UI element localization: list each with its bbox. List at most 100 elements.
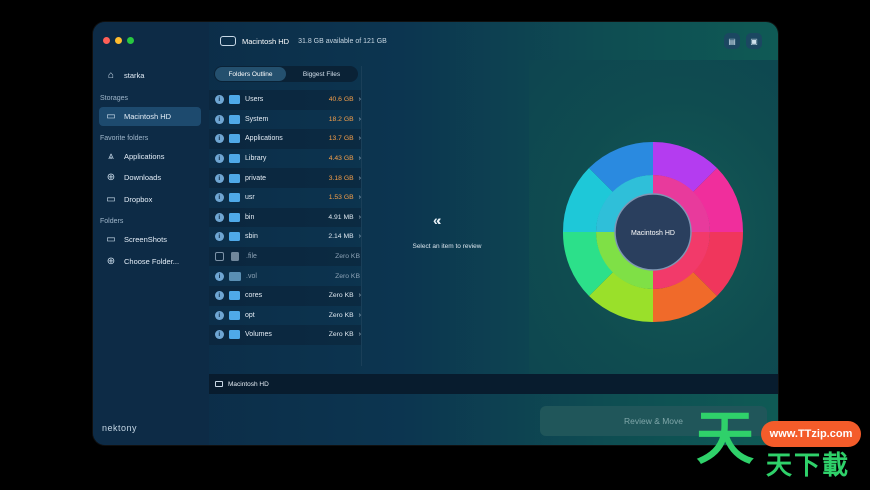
folders-view-button[interactable]: ▤ xyxy=(724,33,740,49)
zoom-button[interactable] xyxy=(127,37,134,44)
disk-available: 31.8 GB available of 121 GB xyxy=(298,37,387,45)
folder-icon xyxy=(228,114,241,124)
tab-folders-outline[interactable]: Folders Outline xyxy=(215,67,286,81)
list-item[interactable]: i Users 40.6 GB › xyxy=(209,90,361,110)
item-name: Users xyxy=(245,96,264,104)
item-name: .file xyxy=(246,253,257,261)
list-item[interactable]: .file Zero KB xyxy=(209,246,361,267)
item-name: cores xyxy=(245,292,263,300)
download-icon: ⊕ xyxy=(106,172,116,183)
list-item[interactable]: i private 3.18 GB › xyxy=(209,168,361,188)
app-window: ⌂ starka Storages ▭ Macintosh HD Favorit… xyxy=(93,22,778,445)
folder-icon xyxy=(228,212,241,222)
item-name: Volumes xyxy=(245,331,272,339)
item-name: sbin xyxy=(245,233,258,241)
applications-icon: ⩓ xyxy=(108,151,114,162)
list-item[interactable]: i bin 4.91 MB › xyxy=(209,207,361,228)
list-item[interactable]: i opt Zero KB › xyxy=(209,306,361,326)
path-label: Macintosh HD xyxy=(228,380,269,388)
plus-circle-icon: ⊕ xyxy=(106,256,116,267)
item-name: bin xyxy=(245,213,255,221)
folder-icon xyxy=(228,134,241,144)
list-item[interactable]: i cores Zero KB › xyxy=(209,285,361,306)
info-icon[interactable]: i xyxy=(215,154,224,164)
sidebar-toggle-button[interactable]: ▣ xyxy=(746,33,762,49)
list-item[interactable]: i Library 4.43 GB › xyxy=(209,149,361,169)
sidebar-item-macintosh-hd[interactable]: ▭ Macintosh HD xyxy=(99,107,201,126)
panel-icon: ▣ xyxy=(750,36,758,46)
folder-icon: ▭ xyxy=(106,194,116,205)
sidebar-item-label: Applications xyxy=(124,152,165,161)
folder-icon xyxy=(228,154,241,164)
item-name: System xyxy=(245,115,269,123)
drive-icon xyxy=(215,381,223,387)
view-tabs: Folders Outline Biggest Files xyxy=(214,66,358,82)
list-item[interactable]: i Volumes Zero KB › xyxy=(209,325,361,345)
list-item[interactable]: i Applications 13.7 GB › xyxy=(209,129,361,149)
folder-list: i Users 40.6 GB › i System 18.2 GB › i Applicatio… xyxy=(209,90,361,345)
item-size: Zero KB xyxy=(335,272,360,280)
watermark-pill: www.TTzip.com xyxy=(761,421,861,447)
folders-icon: ▤ xyxy=(728,36,736,46)
folder-icon xyxy=(229,271,241,281)
item-name: private xyxy=(245,174,267,182)
info-icon[interactable]: i xyxy=(215,134,224,144)
sidebar-item-applications[interactable]: ⩓ Applications xyxy=(99,147,164,166)
list-item[interactable]: i System 18.2 GB › xyxy=(209,110,361,130)
list-item[interactable]: i .vol Zero KB xyxy=(209,266,361,286)
info-icon[interactable]: i xyxy=(215,330,224,340)
info-icon[interactable]: i xyxy=(215,291,224,301)
sidebar-item-label: Downloads xyxy=(124,173,162,182)
folder-icon xyxy=(228,193,241,203)
sidebar-item-screenshots[interactable]: ▭ ScreenShots xyxy=(99,230,167,249)
folder-icon xyxy=(228,291,241,301)
folder-icon xyxy=(228,232,241,242)
item-name: opt xyxy=(245,311,255,319)
minimize-button[interactable] xyxy=(115,37,122,44)
list-item[interactable]: i sbin 2.14 MB › xyxy=(209,227,361,247)
info-icon[interactable]: i xyxy=(215,95,224,105)
sidebar-item-choose-folder[interactable]: ⊕ Choose Folder... xyxy=(99,252,179,271)
chevrons-left-icon: «‹ xyxy=(433,212,442,228)
item-name: .vol xyxy=(246,272,257,280)
sidebar-item-label: Dropbox xyxy=(124,195,153,204)
drive-icon xyxy=(220,36,236,46)
storages-heading: Storages xyxy=(100,95,129,102)
disk-title: Macintosh HD xyxy=(242,36,290,46)
folder-icon xyxy=(228,310,241,320)
traffic-lights xyxy=(103,37,134,44)
info-icon[interactable]: i xyxy=(215,310,224,320)
item-size: Zero KB xyxy=(328,331,354,339)
info-icon[interactable]: i xyxy=(215,173,224,183)
folder-icon xyxy=(228,330,241,340)
item-name: Library xyxy=(245,155,267,163)
info-icon[interactable]: i xyxy=(215,114,224,124)
sidebar-item-label: Choose Folder... xyxy=(124,257,180,266)
favorite-folders-heading: Favorite folders xyxy=(100,135,149,142)
sidebar-item-downloads[interactable]: ⊕ Downloads xyxy=(99,168,161,187)
close-button[interactable] xyxy=(103,37,110,44)
sidebar-item-user[interactable]: ⌂ starka xyxy=(99,66,144,85)
folders-heading: Folders xyxy=(100,218,124,225)
path-bar: Macintosh HD xyxy=(209,374,778,394)
item-size: 40.6 GB xyxy=(328,96,354,104)
item-size: 13.7 GB xyxy=(328,135,354,143)
sidebar-item-label: ScreenShots xyxy=(124,235,167,244)
drive-icon: ▭ xyxy=(106,111,116,122)
sidebar-item-dropbox[interactable]: ▭ Dropbox xyxy=(99,190,152,209)
sunburst-chart[interactable]: Macintosh HD xyxy=(539,116,769,376)
item-name: usr xyxy=(245,194,255,202)
folder-icon: ▭ xyxy=(106,234,116,245)
tab-biggest-files[interactable]: Biggest Files xyxy=(286,67,357,81)
info-icon[interactable]: i xyxy=(215,271,224,281)
item-size: 2.14 MB xyxy=(328,233,354,241)
brand-logo: nektony xyxy=(102,423,138,433)
info-icon[interactable]: i xyxy=(215,232,224,242)
item-size: Zero KB xyxy=(328,292,354,300)
checkbox[interactable] xyxy=(215,252,224,262)
item-name: Applications xyxy=(245,135,283,143)
info-icon[interactable]: i xyxy=(215,193,224,203)
info-icon[interactable]: i xyxy=(215,212,224,222)
watermark-text: 天下載 xyxy=(766,450,851,480)
list-item[interactable]: i usr 1.53 GB › xyxy=(209,188,361,208)
